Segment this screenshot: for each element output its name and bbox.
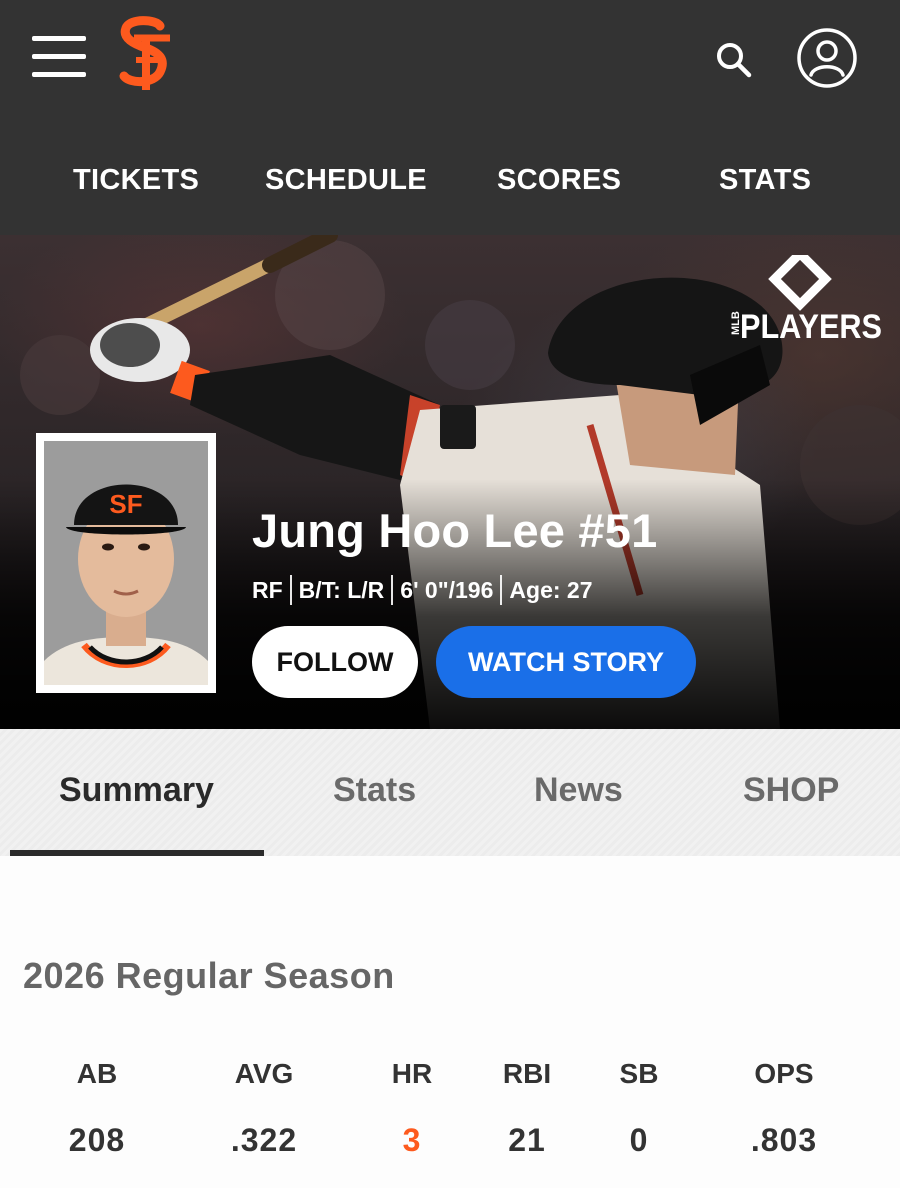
stat-ops: OPS .803 [704, 1052, 864, 1162]
stat-value: .803 [750, 1122, 818, 1158]
active-tab-indicator [10, 850, 264, 856]
account-icon[interactable] [796, 27, 858, 89]
svg-text:PLAYERS: PLAYERS [740, 308, 882, 345]
stat-value: 0 [629, 1122, 649, 1158]
giants-sf-logo[interactable] [116, 16, 176, 92]
player-name: Jung Hoo Lee #51 [252, 504, 658, 557]
stat-avg: AVG .322 [184, 1052, 344, 1162]
nav-schedule[interactable]: SCHEDULE [265, 164, 427, 197]
follow-button[interactable]: FOLLOW [252, 626, 418, 698]
top-bar: TICKETS SCHEDULE SCORES STATS [0, 0, 900, 235]
svg-text:SF: SF [109, 489, 142, 519]
player-headshot: SF [36, 433, 216, 693]
search-icon[interactable] [712, 38, 756, 82]
stat-value: .322 [230, 1122, 298, 1158]
season-title: 2026 Regular Season [23, 955, 395, 996]
bio-height-weight: 6' 0"/196 [400, 576, 494, 603]
player-tabs: Summary Stats News SHOP [0, 729, 900, 856]
watch-story-button[interactable]: WATCH STORY [436, 626, 696, 698]
bio-age: Age: 27 [509, 576, 593, 603]
tab-news[interactable]: News [534, 771, 623, 810]
main-nav: TICKETS SCHEDULE SCORES STATS [0, 150, 900, 214]
nav-stats[interactable]: STATS [719, 164, 811, 197]
player-hero: MLB PLAYERS SF Jung Hoo Lee #51 RF B/T: … [0, 235, 900, 729]
nav-scores[interactable]: SCORES [497, 164, 621, 197]
bio-divider [289, 575, 292, 605]
stat-label: OPS [754, 1058, 814, 1089]
stat-sb: SB 0 [559, 1052, 719, 1162]
stat-label: SB [619, 1058, 659, 1089]
bio-position: RF [252, 576, 283, 603]
bio-bats-throws: B/T: L/R [298, 576, 385, 603]
stat-label: AB [76, 1058, 118, 1089]
hamburger-menu-icon[interactable] [32, 36, 86, 78]
mlb-players-logo: MLB PLAYERS [730, 255, 882, 345]
season-stats: AB 208 AVG .322 HR 3 RBI 21 SB 0 OPS .80… [0, 1052, 900, 1182]
tab-summary[interactable]: Summary [59, 771, 214, 810]
nav-tickets[interactable]: TICKETS [73, 164, 199, 197]
stat-label: AVG [234, 1058, 294, 1089]
tab-shop[interactable]: SHOP [743, 771, 839, 810]
stat-ab: AB 208 [17, 1052, 177, 1162]
bio-divider [500, 575, 503, 605]
bio-divider [391, 575, 394, 605]
tab-stats[interactable]: Stats [333, 771, 416, 810]
player-photo: SF [44, 441, 208, 685]
player-bio: RF B/T: L/R 6' 0"/196 Age: 27 [252, 573, 593, 607]
stat-value: 208 [68, 1122, 126, 1158]
